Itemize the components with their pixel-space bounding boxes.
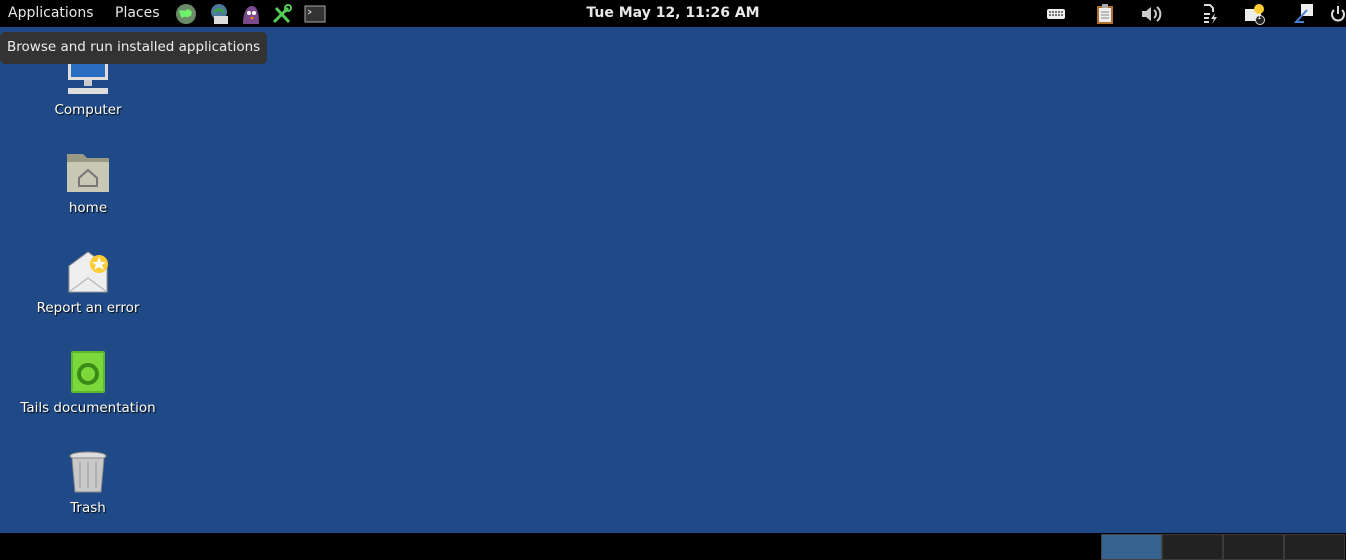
tooltip: Browse and run installed applications	[0, 32, 268, 64]
documentation-icon	[71, 351, 105, 393]
desktop-icon-label: Tails documentation	[20, 400, 156, 416]
desktop-icon-label: home	[68, 200, 108, 216]
workspace-3[interactable]	[1223, 534, 1284, 560]
network-icon[interactable]	[1293, 3, 1315, 25]
tor-browser-icon[interactable]	[175, 3, 197, 25]
desktop-icon-tails-documentation[interactable]: Tails documentation	[0, 350, 176, 416]
workspace-1[interactable]	[1101, 534, 1162, 560]
places-menu[interactable]: Places	[115, 5, 160, 21]
keyboard-icon[interactable]	[1045, 3, 1067, 25]
desktop-icon-home[interactable]: home	[0, 150, 176, 216]
applications-menu[interactable]: Applications	[8, 5, 94, 21]
trash-icon	[69, 451, 107, 493]
home-folder-icon	[67, 154, 109, 192]
top-panel: Applications Places Tue May 12, 11:26 AM…	[0, 0, 1346, 27]
email-client-icon[interactable]	[209, 3, 231, 25]
desktop-icon-trash[interactable]: Trash	[0, 450, 176, 516]
desktop-icon-label: Computer	[54, 102, 122, 118]
notification-count: 1	[1257, 13, 1262, 21]
keepassx-icon[interactable]	[271, 3, 293, 25]
power-battery-icon[interactable]	[1199, 3, 1221, 25]
volume-icon[interactable]	[1140, 3, 1162, 25]
desktop-icon-report-error[interactable]: Report an error	[0, 250, 176, 316]
clipboard-icon[interactable]	[1094, 3, 1116, 25]
notifications-icon[interactable]	[1244, 3, 1266, 25]
workspace-2[interactable]	[1162, 534, 1223, 560]
desktop-icon-label: Report an error	[36, 300, 140, 316]
clock[interactable]: Tue May 12, 11:26 AM	[586, 5, 759, 21]
power-off-icon[interactable]	[1327, 3, 1346, 25]
bottom-panel	[0, 533, 1346, 560]
workspace-4[interactable]	[1284, 534, 1345, 560]
desktop-icon-label: Trash	[70, 500, 106, 516]
pidgin-icon[interactable]	[240, 3, 262, 25]
report-error-icon	[68, 251, 108, 293]
terminal-icon[interactable]	[304, 3, 326, 25]
